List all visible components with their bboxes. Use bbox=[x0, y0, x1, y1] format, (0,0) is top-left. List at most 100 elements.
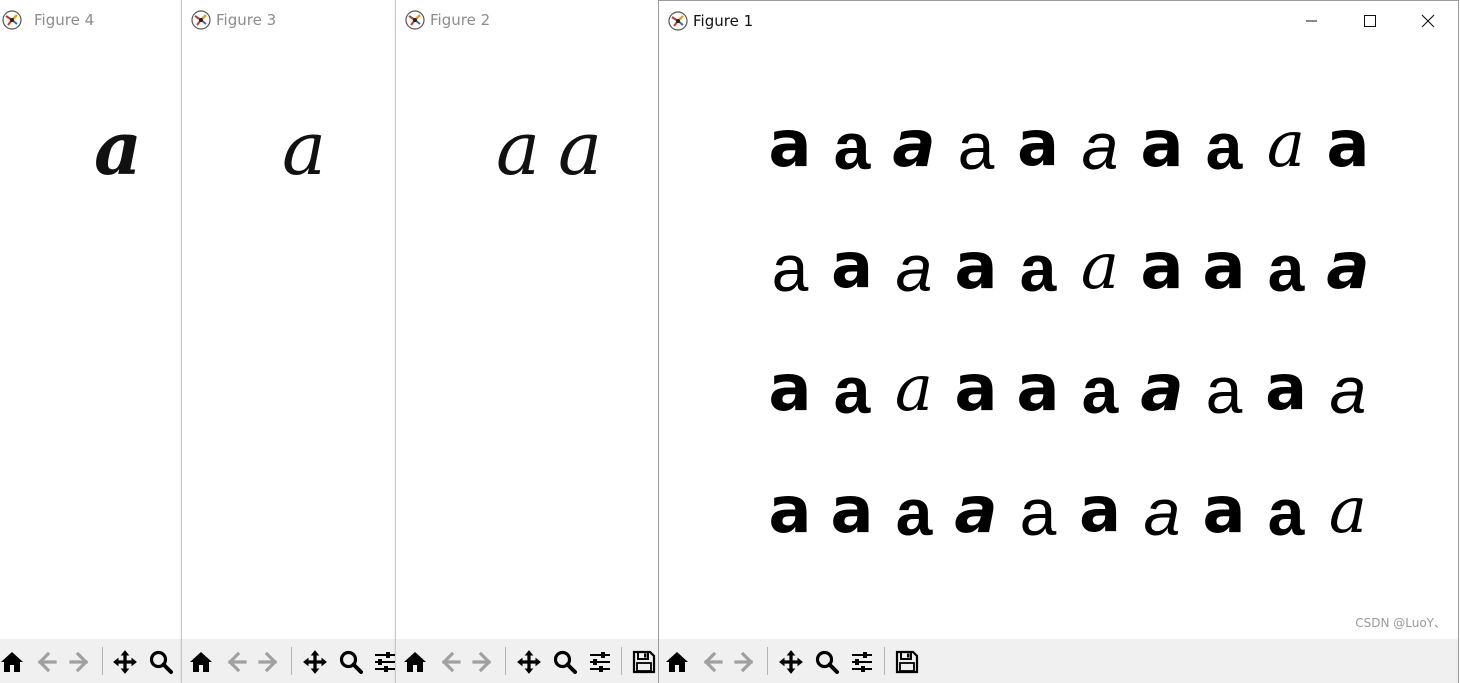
character-cell: a bbox=[1131, 243, 1193, 365]
save-button[interactable] bbox=[893, 648, 921, 676]
zoom-icon bbox=[339, 650, 363, 674]
character-row: aaaaaaaaaa bbox=[759, 365, 1383, 487]
toolbar-separator bbox=[884, 647, 885, 675]
character-image: a bbox=[1205, 365, 1243, 427]
character-cell: a bbox=[1255, 365, 1317, 487]
character-row: aaaaaaaaaa bbox=[759, 487, 1383, 609]
back-button[interactable] bbox=[698, 648, 726, 676]
title-bar[interactable]: Figure 4 bbox=[0, 0, 181, 40]
character-image: a bbox=[1017, 121, 1059, 180]
home-icon bbox=[665, 650, 689, 674]
character-image: a bbox=[496, 106, 541, 192]
zoom-button[interactable] bbox=[551, 648, 579, 676]
character-cell: a bbox=[1193, 365, 1255, 487]
character-image: a bbox=[830, 487, 874, 548]
configure-subplots-button[interactable] bbox=[848, 648, 876, 676]
character-cell: a bbox=[821, 121, 883, 243]
character-image: a bbox=[1081, 121, 1119, 183]
maximize-button[interactable] bbox=[1341, 3, 1399, 39]
home-button[interactable] bbox=[0, 648, 26, 676]
character-image: a bbox=[954, 365, 998, 426]
character-image: a bbox=[1329, 365, 1367, 427]
character-cell: a bbox=[945, 365, 1007, 487]
character-image: a bbox=[1326, 243, 1370, 304]
character-cell: a bbox=[759, 365, 821, 487]
close-button[interactable] bbox=[1399, 3, 1457, 39]
home-button[interactable] bbox=[187, 648, 215, 676]
home-icon bbox=[189, 650, 213, 674]
toolbar-separator bbox=[291, 647, 292, 675]
forward-arrow-icon bbox=[68, 650, 92, 674]
navigation-toolbar bbox=[396, 639, 659, 683]
zoom-button[interactable] bbox=[337, 648, 365, 676]
character-image: a bbox=[1016, 365, 1060, 426]
character-cell: a bbox=[1069, 243, 1131, 365]
character-image: a bbox=[1080, 243, 1120, 304]
character-cell: a bbox=[821, 365, 883, 487]
figure-canvas[interactable]: aaaaaaaaaaaaaaaaaaaaaaaaaaaaaaaaaaaaaaaa… bbox=[659, 41, 1458, 639]
pan-button[interactable] bbox=[777, 648, 805, 676]
character-image: a bbox=[1267, 243, 1305, 305]
forward-arrow-icon bbox=[733, 650, 757, 674]
pan-button[interactable] bbox=[515, 648, 543, 676]
window-title: Figure 4 bbox=[34, 11, 95, 29]
zoom-button[interactable] bbox=[813, 648, 841, 676]
character-image: a bbox=[282, 106, 327, 192]
home-button[interactable] bbox=[401, 648, 429, 676]
minimize-button[interactable] bbox=[1283, 3, 1341, 39]
character-cell: a bbox=[1069, 487, 1131, 609]
save-button[interactable] bbox=[630, 648, 658, 676]
character-cell: a bbox=[1131, 487, 1193, 609]
character-image: a bbox=[94, 106, 142, 192]
forward-button[interactable] bbox=[255, 648, 283, 676]
window-title: Figure 1 bbox=[693, 12, 754, 30]
back-button[interactable] bbox=[436, 648, 464, 676]
character-cell: a bbox=[1317, 487, 1379, 609]
title-bar[interactable]: Figure 3 bbox=[182, 0, 396, 40]
character-cell: a bbox=[1193, 243, 1255, 365]
configure-subplots-button[interactable] bbox=[371, 648, 396, 676]
title-bar[interactable]: Figure 2 bbox=[396, 0, 659, 40]
back-button[interactable] bbox=[32, 648, 60, 676]
configure-subplots-button[interactable] bbox=[586, 648, 614, 676]
figure-canvas[interactable]: a bbox=[0, 40, 181, 639]
back-button[interactable] bbox=[222, 648, 250, 676]
character-cell: a bbox=[1007, 487, 1069, 609]
character-cell: a bbox=[883, 121, 945, 243]
toolbar-separator bbox=[621, 647, 622, 675]
forward-arrow-icon bbox=[257, 650, 281, 674]
forward-arrow-icon bbox=[471, 650, 495, 674]
figure-canvas[interactable]: a a bbox=[396, 40, 659, 639]
zoom-icon bbox=[553, 650, 577, 674]
character-cell: a bbox=[945, 243, 1007, 365]
pan-button[interactable] bbox=[111, 648, 139, 676]
navigation-toolbar bbox=[0, 639, 181, 683]
save-icon bbox=[895, 650, 919, 674]
character-image: a bbox=[892, 121, 936, 182]
pan-button[interactable] bbox=[301, 648, 329, 676]
figure-canvas[interactable]: a bbox=[182, 40, 396, 639]
back-arrow-icon bbox=[224, 650, 248, 674]
character-row: aaaaaaaaaa bbox=[759, 121, 1383, 243]
character-image: a bbox=[1266, 121, 1306, 182]
character-image: a bbox=[1079, 487, 1121, 546]
title-bar[interactable]: Figure 1 bbox=[659, 1, 1458, 41]
character-image: a bbox=[895, 487, 933, 549]
zoom-button[interactable] bbox=[147, 648, 175, 676]
navigation-toolbar bbox=[182, 639, 396, 683]
back-arrow-icon bbox=[34, 650, 58, 674]
home-button[interactable] bbox=[663, 648, 691, 676]
figure-3-window: Figure 3 a bbox=[181, 0, 396, 683]
character-cell: a bbox=[759, 243, 821, 365]
navigation-toolbar bbox=[659, 639, 1458, 683]
character-image: a bbox=[1143, 487, 1181, 549]
forward-button[interactable] bbox=[66, 648, 94, 676]
home-icon bbox=[403, 650, 427, 674]
character-cell: a bbox=[1131, 365, 1193, 487]
character-cell: a bbox=[1069, 121, 1131, 243]
matplotlib-app-icon bbox=[668, 11, 688, 31]
forward-button[interactable] bbox=[469, 648, 497, 676]
forward-button[interactable] bbox=[731, 648, 759, 676]
character-cell: a bbox=[1007, 365, 1069, 487]
matplotlib-app-icon bbox=[2, 10, 22, 30]
